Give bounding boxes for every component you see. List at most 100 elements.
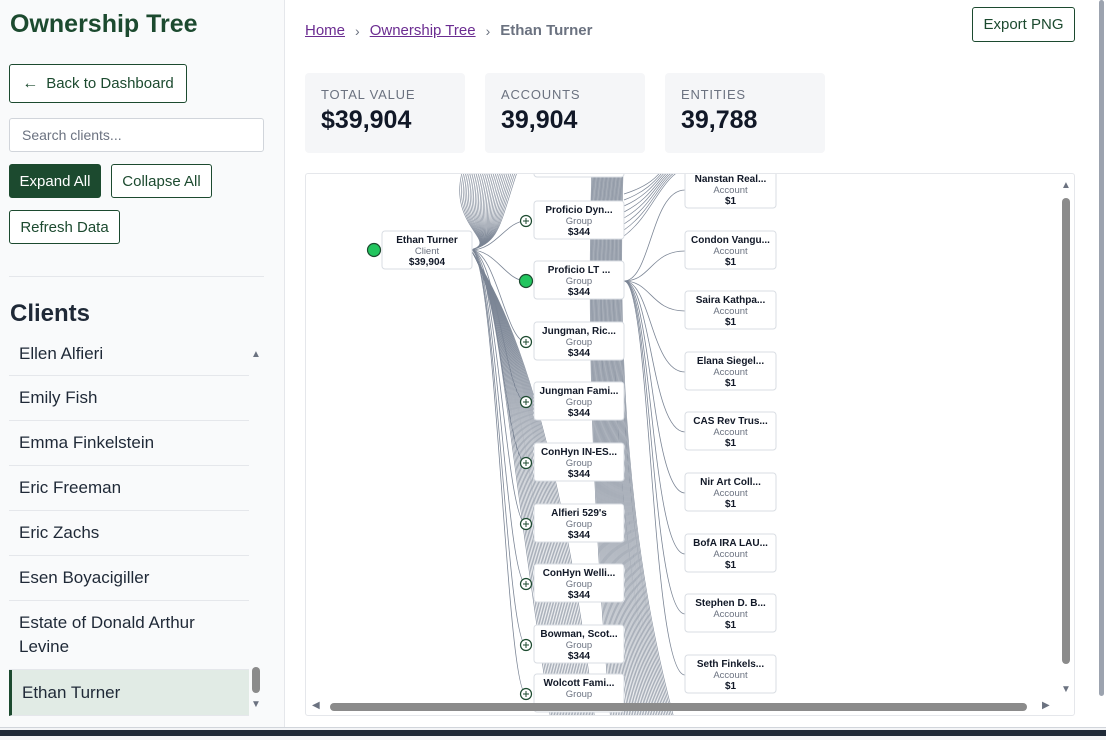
node-type: Account <box>713 670 748 681</box>
group-node[interactable]: Jungman Fami...Group$344 <box>533 381 625 421</box>
node-name: Bowman, Scot... <box>540 629 617 640</box>
expand-node-icon[interactable] <box>519 577 533 591</box>
scroll-right-icon[interactable]: ▶ <box>1042 700 1050 711</box>
node-type: Account <box>713 549 748 560</box>
client-item[interactable]: Ellen Alfieri <box>9 332 249 376</box>
account-node[interactable]: Stephen D. B...Account$1 <box>684 593 777 633</box>
group-node[interactable]: Alfieri 529'sGroup$344 <box>533 503 625 543</box>
scrollbar-thumb[interactable] <box>330 703 1027 711</box>
expand-node-icon[interactable] <box>519 687 533 701</box>
account-node[interactable]: Saira Kathpa...Account$1 <box>684 290 777 330</box>
node-type: Account <box>713 306 748 317</box>
node-name: CAS Rev Trus... <box>693 416 768 427</box>
group-node[interactable]: Proficio LT ...Group$344 <box>533 260 625 300</box>
expand-node-icon[interactable] <box>519 395 533 409</box>
group-node[interactable]: ConHyn Welli...Group$344 <box>533 563 625 603</box>
node-type: Client <box>415 246 440 257</box>
tree-vertical-scrollbar[interactable]: ▲ ▼ <box>1060 178 1072 698</box>
scroll-up-icon[interactable]: ▲ <box>251 349 261 360</box>
group-node[interactable]: ConHyn IN-ES...Group$344 <box>533 442 625 482</box>
group-node[interactable]: Jungman, Ric...Group$344 <box>533 321 625 361</box>
breadcrumb-home-link[interactable]: Home <box>305 22 345 39</box>
scroll-up-icon[interactable]: ▲ <box>1061 180 1071 191</box>
node-value: $344 <box>568 287 591 298</box>
account-node[interactable]: Condon Vangu...Account$1 <box>684 230 777 270</box>
scrollbar-thumb[interactable] <box>1099 0 1104 696</box>
ownership-tree-canvas[interactable]: Ethan Turner Client $39,904 Proficio Dyn...… <box>305 173 1075 716</box>
expand-node-icon[interactable] <box>519 456 533 470</box>
scroll-left-icon[interactable]: ◀ <box>312 700 320 711</box>
expand-node-icon[interactable] <box>519 335 533 349</box>
scrollbar-thumb[interactable] <box>1062 198 1070 664</box>
node-name: Wolcott Fami... <box>544 678 615 689</box>
collapse-node-icon[interactable] <box>518 273 534 289</box>
page-scrollbar[interactable] <box>1097 0 1106 727</box>
account-node[interactable]: CAS Rev Trus...Account$1 <box>684 411 777 451</box>
node-value: $1 <box>725 560 737 571</box>
client-item[interactable]: Estate of Donald Arthur Levine <box>9 601 249 670</box>
node-name: Stephen D. B... <box>695 598 766 609</box>
scroll-down-icon[interactable]: ▼ <box>1061 684 1071 695</box>
app-title: Ownership Tree <box>10 10 198 38</box>
window-bottom-edge <box>0 727 1106 740</box>
node-type: Group <box>566 337 592 348</box>
collapse-all-button[interactable]: Collapse All <box>111 164 212 198</box>
node-type: Account <box>713 609 748 620</box>
node-value: $1 <box>725 317 737 328</box>
client-list-scrollbar[interactable]: ▲ ▼ <box>250 345 262 715</box>
client-item[interactable]: Eric Zachs <box>9 511 249 556</box>
node-name: Saira Kathpa... <box>696 295 766 306</box>
back-to-dashboard-button[interactable]: ← Back to Dashboard <box>9 64 187 103</box>
expand-node-icon[interactable] <box>519 517 533 531</box>
client-item[interactable]: Esen Boyacigiller <box>9 556 249 601</box>
export-png-button[interactable]: Export PNG <box>972 7 1075 42</box>
client-item[interactable]: Eric Freeman <box>9 466 249 511</box>
scroll-down-icon[interactable]: ▼ <box>251 699 261 710</box>
node-type: Group <box>566 640 592 651</box>
node-value: $1 <box>725 438 737 449</box>
expand-all-button[interactable]: Expand All <box>9 164 101 198</box>
tree-link-group-account <box>623 174 667 213</box>
node-name: Proficio Dyn... <box>545 205 612 216</box>
entities-card: ENTITIES 39,788 <box>665 73 825 153</box>
node-type: Group <box>566 579 592 590</box>
collapse-node-icon[interactable] <box>366 242 382 258</box>
total-value-card: TOTAL VALUE $39,904 <box>305 73 465 153</box>
node-value: $1 <box>725 681 737 692</box>
client-item[interactable]: Emily Fish <box>9 376 249 421</box>
sidebar: Ownership Tree ← Back to Dashboard Expan… <box>0 0 285 727</box>
node-name: Elana Siegel... <box>697 356 764 367</box>
account-node[interactable]: Elana Siegel...Account$1 <box>684 351 777 391</box>
node-value: $344 <box>568 227 591 238</box>
tree-horizontal-scrollbar[interactable]: ◀ ▶ <box>310 700 1056 713</box>
expand-node-icon[interactable] <box>519 214 533 228</box>
account-node[interactable]: Nir Art Coll...Account$1 <box>684 472 777 512</box>
refresh-data-button[interactable]: Refresh Data <box>9 210 120 244</box>
client-node[interactable]: Ethan TurnerClient$39,904 <box>381 230 473 270</box>
account-node[interactable]: Nanstan Real...Account$1 <box>684 174 777 209</box>
breadcrumb-tree-link[interactable]: Ownership Tree <box>370 22 476 39</box>
client-item-selected[interactable]: Ethan Turner <box>9 670 249 716</box>
search-clients-input[interactable] <box>9 118 264 152</box>
node-name: ConHyn Welli... <box>543 568 616 579</box>
account-node[interactable]: BofA IRA LAU...Account$1 <box>684 533 777 573</box>
tree-svg[interactable]: Ethan TurnerClient$39,904 Proficio Dyn...… <box>306 174 1075 716</box>
node-value: $39,904 <box>409 257 446 268</box>
node-value: $344 <box>568 530 591 541</box>
node-value: $1 <box>725 620 737 631</box>
client-item[interactable]: Emma Finkelstein <box>9 421 249 466</box>
node-type: Account <box>713 246 748 257</box>
stat-value: $39,904 <box>321 106 412 134</box>
node-value: $1 <box>725 196 737 207</box>
arrow-left-icon: ← <box>22 74 39 92</box>
node-type: Group <box>566 276 592 287</box>
scrollbar-thumb[interactable] <box>252 667 260 693</box>
account-node[interactable]: Seth Finkels...Account$1 <box>684 654 777 694</box>
node-name: Alfieri 529's <box>551 508 607 519</box>
node-name: Condon Vangu... <box>691 235 770 246</box>
expand-node-icon[interactable] <box>519 638 533 652</box>
group-node[interactable]: Bowman, Scot...Group$344 <box>533 624 625 664</box>
tree-link-group-account <box>623 189 686 282</box>
node-type: Account <box>713 488 748 499</box>
group-node[interactable]: Proficio Dyn...Group$344 <box>533 200 625 240</box>
